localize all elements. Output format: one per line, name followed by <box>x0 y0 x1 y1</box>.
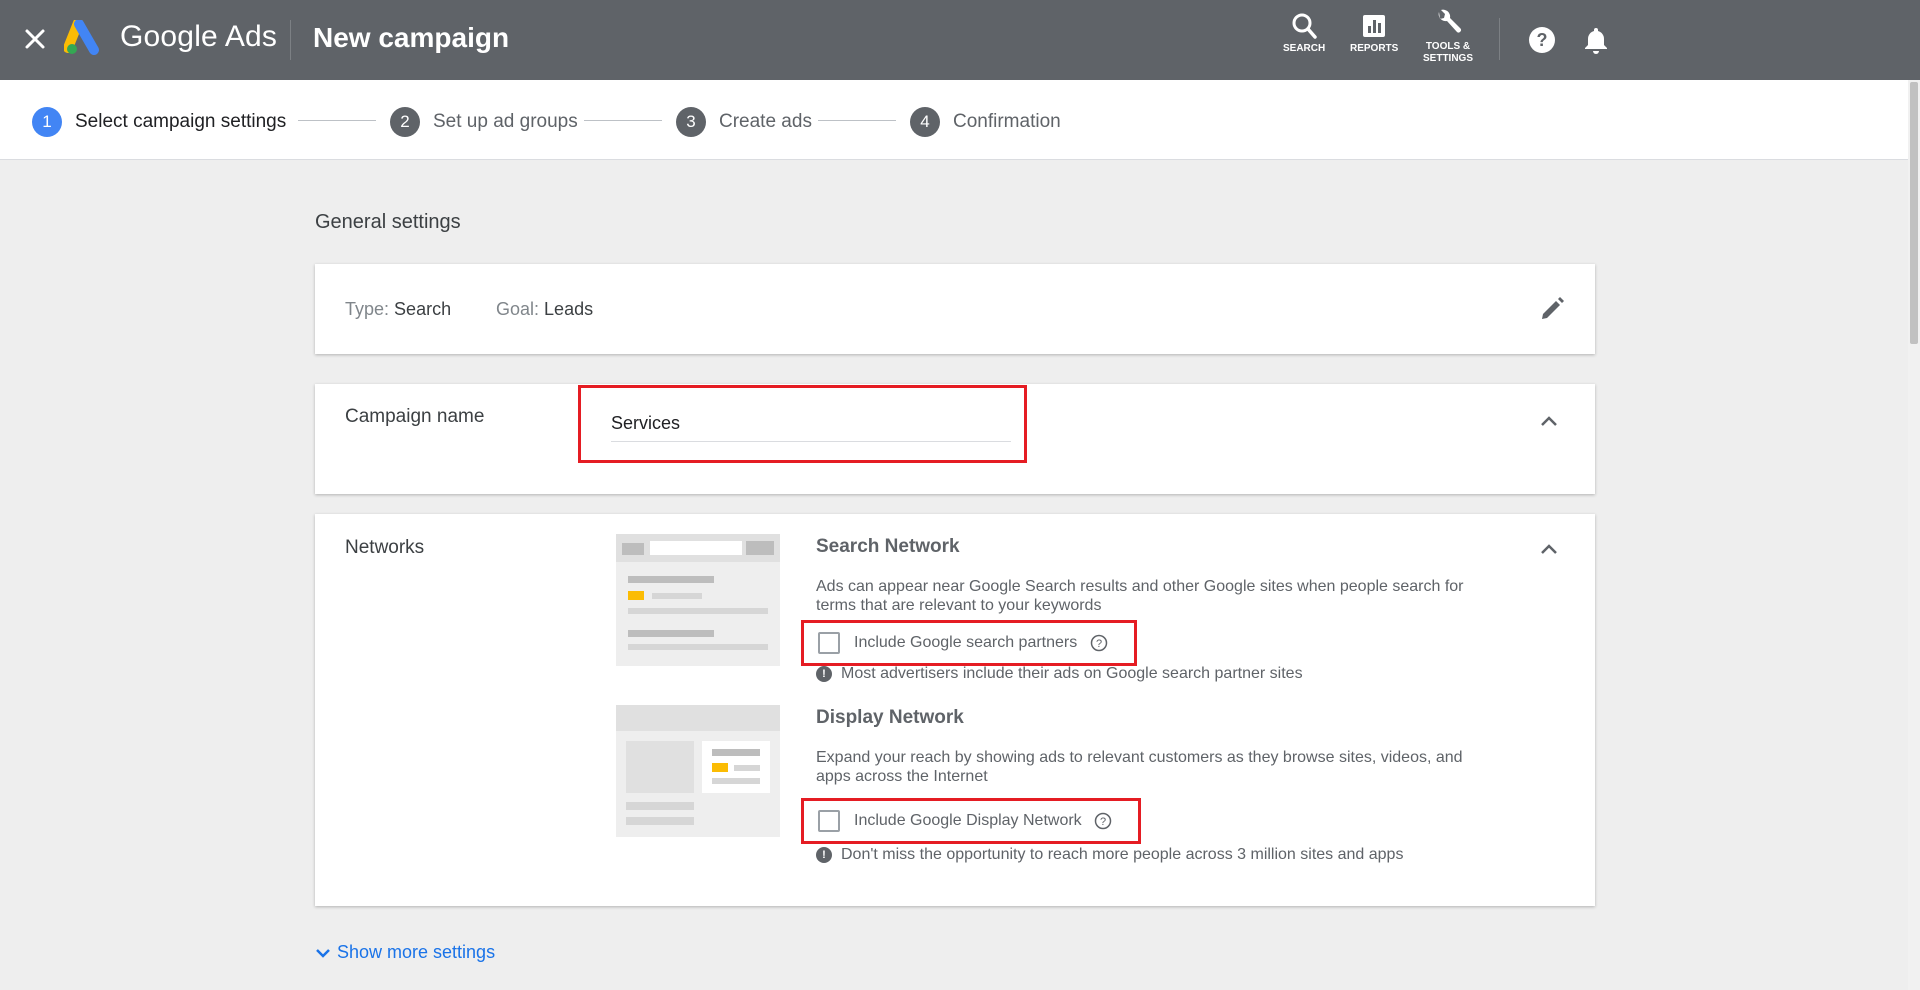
step-label: Create ads <box>719 111 812 132</box>
step-set-up-ad-groups[interactable]: 2 Set up ad groups <box>390 107 578 137</box>
campaign-goal: Goal: Leads <box>496 299 593 320</box>
chevron-down-icon <box>316 948 330 958</box>
top-bar: Google Ads New campaign SEARCH REPORTS T… <box>0 0 1920 80</box>
info-exclamation-icon: ! <box>816 666 832 682</box>
info-exclamation-icon: ! <box>816 847 832 863</box>
tools-settings-label: TOOLS & SETTINGS <box>1423 41 1474 64</box>
step-select-campaign-settings[interactable]: 1 Select campaign settings <box>32 107 286 137</box>
type-key: Type: <box>345 299 390 319</box>
step-number: 4 <box>910 107 940 137</box>
pencil-icon[interactable] <box>1539 296 1565 322</box>
display-network-illustration <box>616 705 780 837</box>
close-icon[interactable] <box>20 24 50 54</box>
brand-name: Google Ads <box>120 20 278 53</box>
help-circle-icon[interactable]: ? <box>1090 634 1108 652</box>
topbar-separator <box>1499 18 1500 60</box>
step-connector <box>584 120 662 121</box>
campaign-name-label: Campaign name <box>345 406 485 427</box>
scrollbar-thumb[interactable] <box>1910 82 1918 344</box>
topbar-divider <box>290 20 291 60</box>
step-label: Select campaign settings <box>75 111 287 132</box>
chevron-up-icon[interactable] <box>1539 542 1559 556</box>
google-ads-logo-icon[interactable] <box>63 18 104 56</box>
show-more-settings-link[interactable]: Show more settings <box>315 942 495 963</box>
general-settings-heading: General settings <box>315 211 461 233</box>
chevron-up-icon[interactable] <box>1539 414 1559 428</box>
search-partners-checkbox[interactable] <box>818 632 840 654</box>
display-network-label[interactable]: Include Google Display Network <box>854 812 1082 830</box>
step-create-ads[interactable]: 3 Create ads <box>676 107 812 137</box>
search-partners-note: ! Most advertisers include their ads on … <box>816 665 1303 683</box>
help-icon[interactable]: ? <box>1528 26 1556 59</box>
goal-value: Leads <box>544 299 594 319</box>
step-confirmation[interactable]: 4 Confirmation <box>910 107 1061 137</box>
step-number: 1 <box>32 107 62 137</box>
campaign-type: Type: Search <box>345 299 451 320</box>
campaign-name-highlight <box>578 385 1027 463</box>
search-icon <box>1292 13 1317 39</box>
search-partners-note-text: Most advertisers include their ads on Go… <box>841 665 1303 682</box>
networks-card: Networks Search Network Ads can appear n… <box>315 514 1595 906</box>
tools-settings-button[interactable]: TOOLS & SETTINGS <box>1423 8 1473 65</box>
show-more-settings-label: Show more settings <box>337 942 496 962</box>
display-network-heading: Display Network <box>816 707 964 728</box>
search-network-description: Ads can appear near Google Search result… <box>816 578 1464 614</box>
campaign-stepper: 1 Select campaign settings 2 Set up ad g… <box>0 80 1908 160</box>
step-label: Set up ad groups <box>433 111 578 132</box>
display-network-note: ! Don't miss the opportunity to reach mo… <box>816 846 1403 864</box>
search-button[interactable]: SEARCH <box>1283 12 1325 55</box>
page-scrollbar[interactable] <box>1908 80 1920 990</box>
campaign-type-card: Type: Search Goal: Leads <box>315 264 1595 354</box>
wrench-icon <box>1438 9 1461 33</box>
svg-text:?: ? <box>1096 638 1102 650</box>
campaign-name-input[interactable] <box>611 406 1011 442</box>
display-network-description: Expand your reach by showing ads to rele… <box>816 749 1463 785</box>
step-connector <box>818 120 896 121</box>
help-circle-icon[interactable]: ? <box>1094 812 1112 830</box>
step-number: 2 <box>390 107 420 137</box>
page-title: New campaign <box>313 22 510 53</box>
step-label: Confirmation <box>953 111 1061 132</box>
reports-icon <box>1363 15 1386 37</box>
search-network-illustration <box>616 534 780 666</box>
search-label: SEARCH <box>1283 43 1326 54</box>
display-network-checkbox[interactable] <box>818 810 840 832</box>
search-network-heading: Search Network <box>816 536 960 557</box>
bell-icon[interactable] <box>1584 26 1608 59</box>
campaign-name-card: Campaign name <box>315 384 1595 494</box>
search-partners-highlight: Include Google search partners ? <box>801 620 1137 666</box>
step-connector <box>298 120 376 121</box>
goal-key: Goal: <box>496 299 540 319</box>
type-value: Search <box>394 299 452 319</box>
reports-label: REPORTS <box>1350 43 1399 54</box>
reports-button[interactable]: REPORTS <box>1350 12 1398 55</box>
search-partners-label[interactable]: Include Google search partners <box>854 634 1077 652</box>
svg-text:?: ? <box>1537 30 1548 50</box>
networks-label: Networks <box>345 537 425 558</box>
display-network-highlight: Include Google Display Network ? <box>801 798 1141 844</box>
display-network-note-text: Don't miss the opportunity to reach more… <box>841 846 1404 863</box>
step-number: 3 <box>676 107 706 137</box>
svg-text:?: ? <box>1100 816 1106 828</box>
